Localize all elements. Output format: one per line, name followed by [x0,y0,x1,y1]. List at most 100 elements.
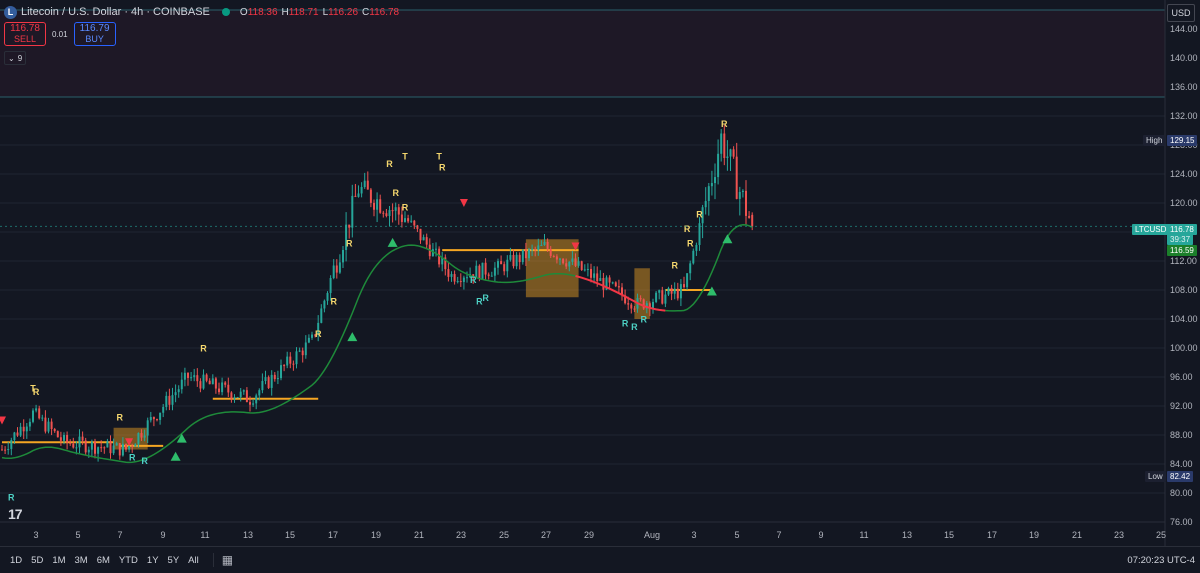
candle-body [568,261,571,267]
price-tick-label: 80.00 [1170,488,1193,498]
candle-body [35,408,38,411]
price-chart[interactable]: 144.00140.00136.00132.00128.00124.00120.… [0,0,1200,572]
price-tick-label: 140.00 [1170,53,1198,63]
candle-body [252,403,255,405]
candle-body [676,288,679,299]
signal-marker-label: T [402,152,408,162]
price-tick-label: 84.00 [1170,459,1193,469]
candle-body [369,189,372,203]
candle-body [450,274,453,277]
candle-body [388,210,391,217]
timeframe-6m[interactable]: 6M [97,555,110,566]
candle-body [692,250,695,264]
candle-body [236,397,239,399]
timeframe-1d[interactable]: 1D [10,555,22,566]
candle-body [205,374,208,381]
candle-body [639,298,642,300]
candle-body [323,300,326,309]
timeframe-5y[interactable]: 5Y [168,555,180,566]
candle-body [342,249,344,263]
timeframe-all[interactable]: All [188,555,199,566]
candle-body [106,441,109,448]
candle-body [22,426,25,432]
candle-body [131,446,134,448]
low-label-tag: Low [1145,471,1166,482]
timeframe-1y[interactable]: 1Y [147,555,159,566]
calendar-icon[interactable]: ▦ [212,553,233,567]
signal-marker-label: R [696,210,703,220]
time-tick-label: 29 [584,530,594,540]
sell-button[interactable]: 116.78 SELL [4,22,46,46]
chevron-down-icon: ⌄ [8,53,15,63]
range-box [634,268,650,319]
candle-body [707,186,710,202]
time-tick-label: 3 [691,530,696,540]
time-tick-label: Aug [644,530,660,540]
candle-body [462,277,465,282]
candle-body [63,434,65,441]
candle-body [326,293,329,301]
time-tick-label: 3 [33,530,38,540]
candle-body [617,286,620,288]
time-tick-label: 17 [328,530,338,540]
candle-body [332,265,335,279]
indicators-toggle-button[interactable]: ⌄ 9 [4,51,27,65]
sell-signal-triangle-icon [0,416,6,425]
price-tick-label: 104.00 [1170,314,1198,324]
candle-body [732,149,735,157]
timeframe-3m[interactable]: 3M [75,555,88,566]
candle-body [125,443,127,450]
signal-marker-label: R [392,188,399,198]
candle-body [394,207,397,211]
candle-body [580,261,583,270]
time-tick-label: 21 [1072,530,1082,540]
timeframe-5d[interactable]: 5D [31,555,43,566]
price-tick-label: 136.00 [1170,82,1198,92]
timeframe-ytd[interactable]: YTD [119,555,138,566]
candle-body [156,419,158,421]
candle-body [348,224,351,228]
time-tick-label: 7 [117,530,122,540]
buy-button[interactable]: 116.79 BUY [73,22,116,46]
tradingview-logo[interactable]: 17 [8,506,23,522]
timeframe-range-buttons: 1D 5D 1M 3M 6M YTD 1Y 5Y All [10,555,199,566]
candle-body [242,390,245,392]
open-value: 118.36 [247,6,278,18]
candle-body [376,199,379,210]
candle-body [146,420,149,436]
candle-body [258,390,261,396]
candle-body [602,278,605,290]
candle-body [286,356,289,366]
candle-body [168,395,171,405]
clock-timezone[interactable]: 07:20:23 UTC-4 [1127,555,1195,566]
candle-body [152,417,155,420]
candle-body [741,190,744,192]
candle-body [745,190,747,216]
candle-body [224,382,227,385]
candle-body [512,254,515,267]
price-tick-label: 92.00 [1170,401,1193,411]
signal-marker-label: R [330,297,337,307]
candle-body [69,442,72,444]
close-value: 116.78 [369,6,400,18]
currency-button[interactable]: USD [1167,4,1195,22]
candle-body [546,241,549,249]
candle-body [363,180,366,188]
candle-body [574,258,577,266]
candle-body [543,241,546,245]
ma-value-tag: 116.59 [1167,245,1197,256]
signal-marker-label: R [141,456,148,466]
candle-body [84,440,87,453]
symbol-title[interactable]: Litecoin / U.S. Dollar · 4h · COINBASE [21,6,210,18]
candle-body [627,303,630,305]
candle-body [373,202,375,210]
candle-body [391,210,394,212]
timeframe-1m[interactable]: 1M [52,555,65,566]
buy-signal-triangle-icon [387,237,398,247]
candle-body [112,445,115,454]
candle-body [183,372,186,380]
candle-body [521,249,524,263]
candle-body [459,281,462,283]
market-open-icon [221,8,230,16]
candle-body [571,258,574,262]
